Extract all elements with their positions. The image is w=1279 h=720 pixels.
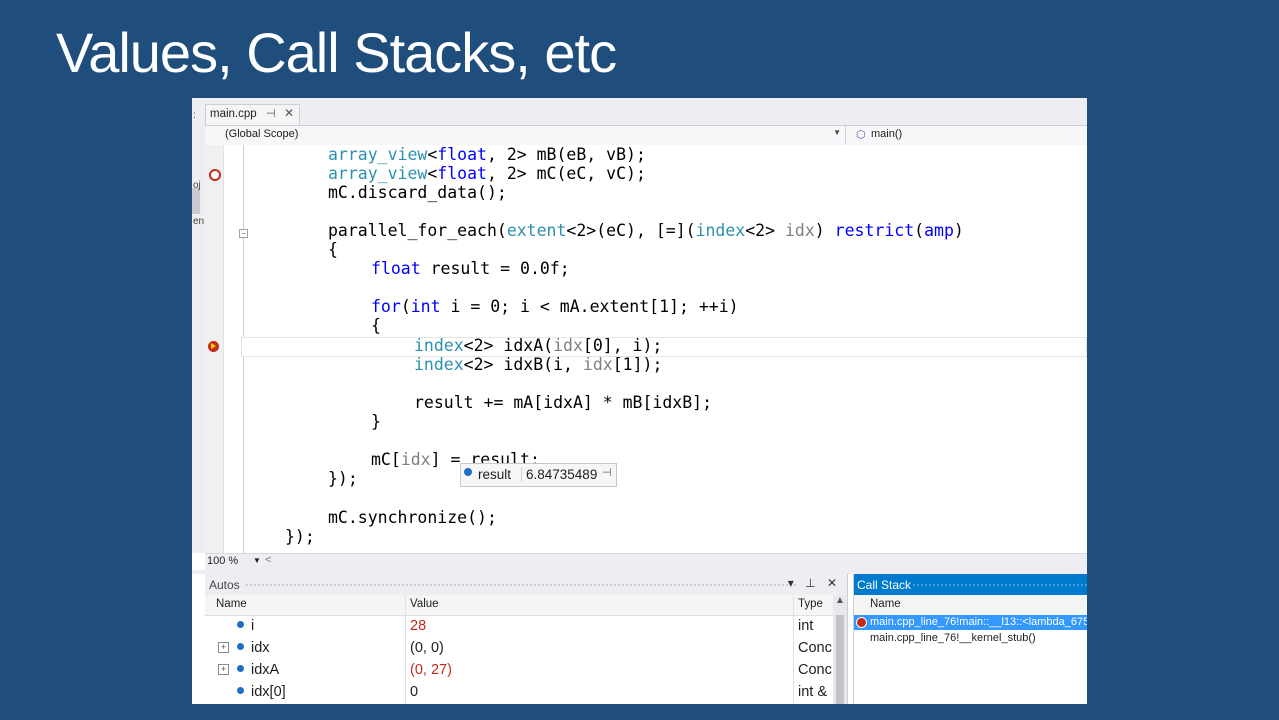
code-line: index<2> idxA(idx[0], i); [414, 336, 663, 355]
autos-window: Autos ▾ ⊥ ✕ Name Value Type i 28 int + i… [205, 574, 848, 704]
code-line: for(int i = 0; i < mA.extent[1]; ++i) [371, 297, 739, 316]
frame-text: main.cpp_line_76!__kernel_stub() [870, 632, 1036, 644]
variable-icon [237, 621, 244, 628]
window-controls[interactable]: ▾ ⊥ ✕ [788, 576, 841, 590]
expand-icon[interactable]: + [218, 664, 229, 675]
autos-title: Autos [209, 578, 240, 592]
left-strip-label[interactable]: : [193, 110, 196, 121]
zoom-bar: 100 % ▼ < [205, 553, 1087, 571]
code-line: float result = 0.0f; [371, 259, 570, 278]
tab-main-cpp[interactable]: main.cpp ⊣ ✕ [205, 104, 300, 126]
call-stack-title: Call Stack [857, 578, 912, 592]
table-row[interactable]: i 28 int [205, 615, 831, 637]
tab-label: main.cpp [210, 108, 257, 120]
datatip-value[interactable]: 6.84735489 [521, 467, 597, 482]
column-name[interactable]: Name [870, 598, 901, 610]
row-value[interactable]: 28 [410, 618, 426, 634]
left-tool-strip: : oj en [192, 98, 206, 553]
breakpoint-current-statement-icon[interactable] [208, 341, 219, 352]
call-stack-column-header: Name [854, 595, 1087, 616]
visual-studio-window: : oj en main.cpp ⊣ ✕ (Global Scope) ▼ ⬡ … [192, 98, 1087, 704]
left-strip-selected-tab[interactable] [192, 188, 200, 214]
row-name: idxA [251, 662, 280, 678]
zoom-level[interactable]: 100 % [207, 555, 238, 567]
method-cube-icon: ⬡ [856, 129, 866, 141]
current-line-highlight [241, 337, 1087, 357]
code-line: { [371, 316, 381, 335]
autos-column-header: Name Value Type [205, 595, 847, 616]
row-value[interactable]: (0, 0) [410, 640, 444, 656]
breakpoint-icon[interactable] [209, 169, 221, 181]
member-label: main() [871, 128, 903, 140]
table-row[interactable]: idx[0] 0 int & [205, 681, 831, 703]
variable-icon [237, 687, 244, 694]
variable-icon [464, 468, 472, 476]
pin-icon[interactable]: ⊣ [266, 107, 276, 120]
variable-icon [237, 665, 244, 672]
autos-scrollbar[interactable]: ▲ [833, 595, 847, 704]
chevron-down-icon[interactable]: ▼ [253, 556, 261, 565]
row-type: int [798, 618, 814, 634]
frame-text: main.cpp_line_76!main::__l13::<lambda_67… [870, 616, 1087, 628]
row-value[interactable]: (0, 27) [410, 662, 452, 678]
scope-label: (Global Scope) [225, 128, 299, 140]
code-line: } [371, 412, 381, 431]
row-value[interactable]: 0 [410, 684, 418, 700]
call-stack-window: Call Stack Name main.cpp_line_76!main::_… [853, 574, 1087, 704]
slide-title: Values, Call Stacks, etc [56, 21, 617, 84]
row-type: Conc [798, 662, 832, 678]
code-editor[interactable]: − array_view<float, 2> mB(eB, vB); array… [205, 145, 1087, 553]
autos-title-bar[interactable]: Autos ▾ ⊥ ✕ [205, 574, 847, 595]
table-row[interactable]: + idxA (0, 27) Conc [205, 659, 832, 681]
code-line: }); [285, 527, 315, 546]
navigation-bar: (Global Scope) ▼ ⬡ main() [205, 125, 1087, 146]
datatip-name: result [478, 467, 512, 482]
left-strip-label[interactable]: en [193, 216, 204, 227]
row-name: i [251, 618, 255, 634]
scroll-up-icon[interactable]: ▲ [835, 595, 845, 606]
document-tab-row: main.cpp ⊣ ✕ [205, 98, 1087, 126]
row-type: int & [798, 684, 828, 700]
left-strip-label[interactable]: oj [193, 180, 201, 191]
code-line: mC.discard_data(); [328, 183, 507, 202]
code-line: result += mA[idxA] * mB[idxB]; [414, 393, 713, 412]
variable-icon [237, 643, 244, 650]
code-line: array_view<float, 2> mB(eB, vB); [328, 145, 646, 164]
table-row[interactable]: + idx (0, 0) Conc [205, 637, 832, 659]
row-type: Conc [798, 640, 832, 656]
code-line: array_view<float, 2> mC(eC, vC); [328, 164, 646, 183]
collapse-icon[interactable]: − [239, 229, 248, 238]
scroll-left-icon[interactable]: < [265, 554, 271, 566]
datatip[interactable]: result 6.84735489 ⊣ [460, 463, 617, 487]
pin-icon[interactable]: ⊣ [602, 466, 612, 479]
chevron-down-icon: ▼ [833, 128, 841, 137]
scope-dropdown[interactable]: (Global Scope) ▼ [205, 126, 846, 145]
column-name[interactable]: Name [216, 598, 247, 610]
expand-icon[interactable]: + [218, 642, 229, 653]
code-line: mC.synchronize(); [328, 508, 497, 527]
call-stack-frame[interactable]: main.cpp_line_76!main::__l13::<lambda_67… [854, 615, 1087, 630]
code-line: { [328, 240, 338, 259]
row-name: idx [251, 640, 270, 656]
scrollbar-thumb[interactable] [836, 615, 844, 704]
grip-dots [912, 583, 1087, 587]
column-type[interactable]: Type [798, 598, 823, 610]
current-frame-icon [856, 617, 867, 628]
code-line: }); [328, 469, 358, 488]
call-stack-title-bar[interactable]: Call Stack [854, 574, 1087, 595]
call-stack-frame[interactable]: main.cpp_line_76!__kernel_stub() [854, 631, 1087, 646]
code-line: parallel_for_each(extent<2>(eC), [=](ind… [328, 221, 964, 240]
grip-dots [245, 583, 797, 587]
code-line: index<2> idxB(i, idx[1]); [414, 355, 663, 374]
glyph-margin[interactable] [205, 145, 224, 553]
column-value[interactable]: Value [410, 598, 439, 610]
row-name: idx[0] [251, 684, 286, 700]
close-icon[interactable]: ✕ [284, 106, 294, 120]
